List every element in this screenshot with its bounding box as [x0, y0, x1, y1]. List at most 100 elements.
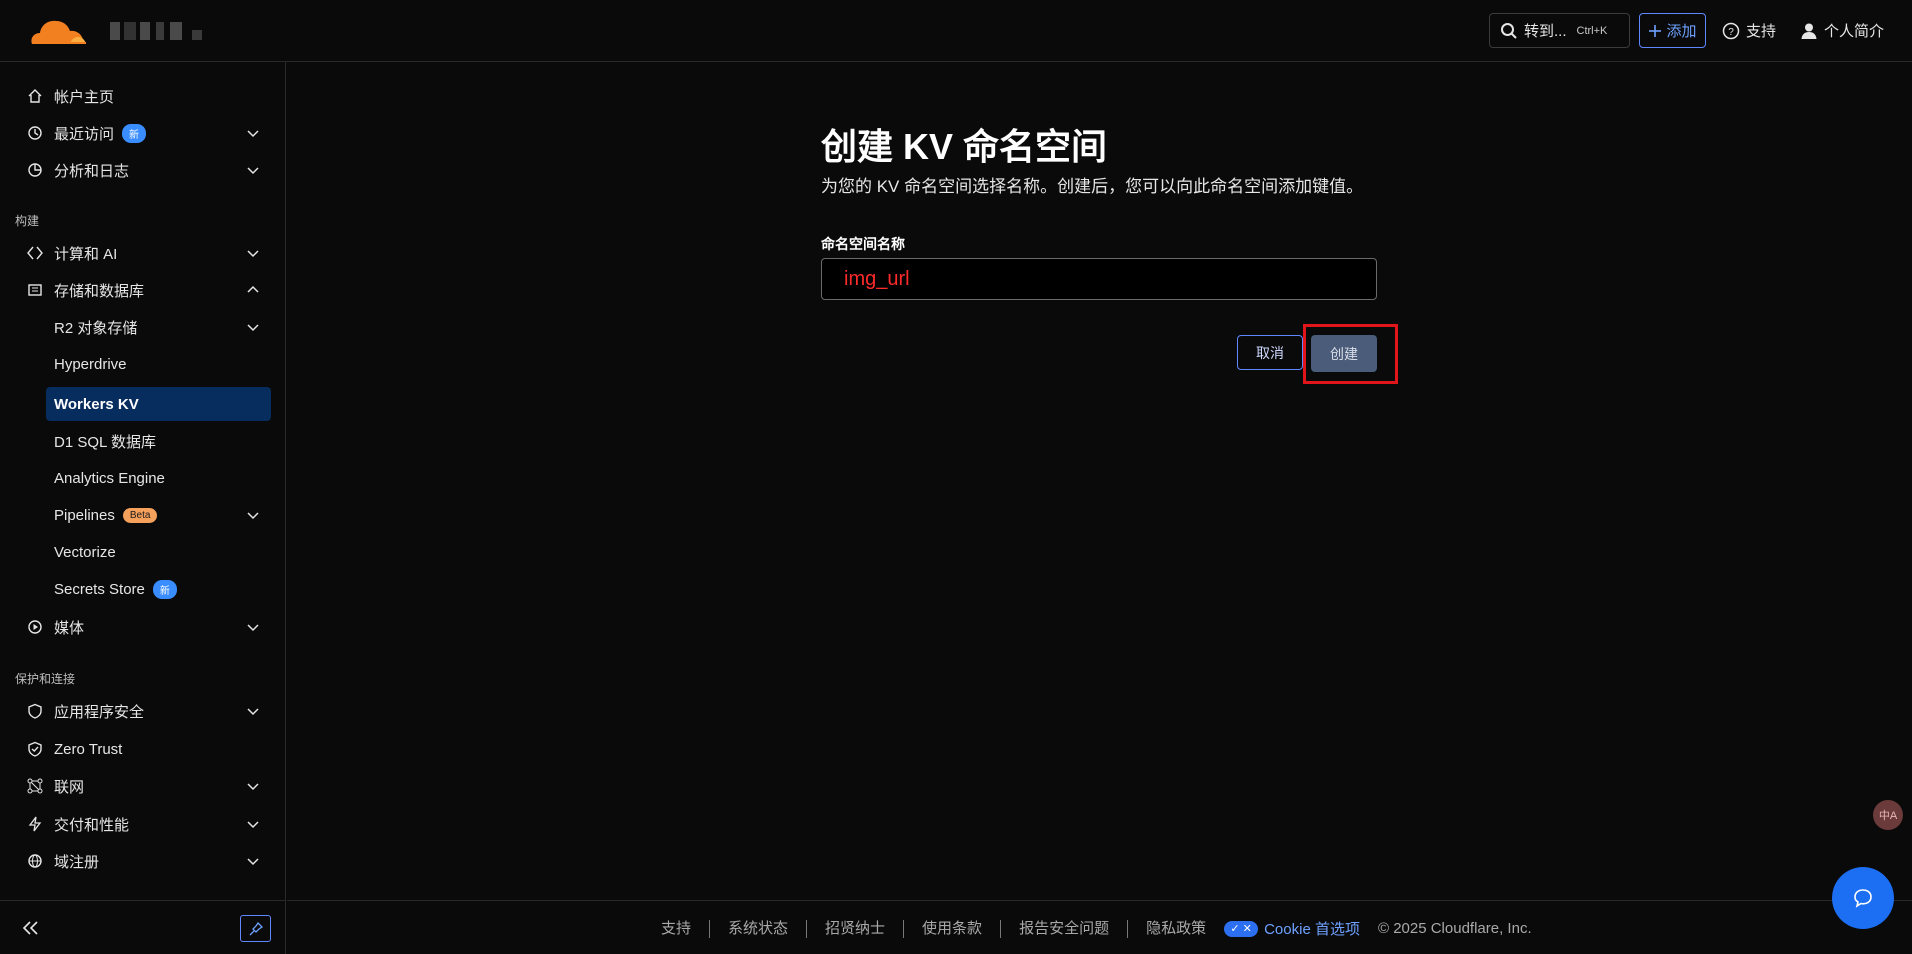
footer: 支持 系统状态 招贤纳士 使用条款 报告安全问题 隐私政策 ✓ ✕ Cookie… — [287, 900, 1912, 954]
sidebar-item-app-security[interactable]: 应用程序安全 — [14, 694, 271, 728]
sidebar-item-workers-kv[interactable]: Workers KV — [46, 387, 271, 421]
sidebar-item-pipelines[interactable]: Pipelines Beta — [14, 498, 271, 532]
collapse-sidebar-icon[interactable] — [20, 919, 42, 937]
copyright: © 2025 Cloudflare, Inc. — [1377, 920, 1532, 937]
support-button[interactable]: ? 支持 — [1722, 13, 1776, 48]
chevron-down-icon[interactable] — [245, 125, 261, 141]
add-label: 添加 — [1666, 23, 1697, 40]
main-content: 创建 KV 命名空间 为您的 KV 命名空间选择名称。创建后，您可以向此命名空间… — [287, 62, 1912, 900]
chevron-down-icon[interactable] — [245, 507, 261, 523]
sidebar-item-zero-trust[interactable]: Zero Trust — [14, 732, 271, 766]
chevron-down-icon[interactable] — [245, 703, 261, 719]
code-diamond-icon — [26, 244, 44, 262]
sidebar-item-label: 最近访问 — [54, 125, 115, 143]
chat-support-button[interactable] — [1832, 867, 1894, 929]
sidebar-item-compute-ai[interactable]: 计算和 AI — [14, 236, 271, 270]
sidebar: 帐户主页 最近访问 新 分析和日志 构建 计算和 AI 存储和数据库 R2 对象… — [0, 62, 286, 900]
sidebar-item-r2[interactable]: R2 对象存储 — [14, 310, 271, 344]
sidebar-item-label: 域注册 — [54, 853, 100, 871]
shield-icon — [26, 702, 44, 720]
footer-link-status[interactable]: 系统状态 — [710, 919, 808, 938]
sidebar-item-hyperdrive[interactable]: Hyperdrive — [14, 347, 271, 381]
sidebar-item-label: Workers KV — [54, 395, 139, 413]
cancel-button[interactable]: 取消 — [1237, 335, 1303, 370]
sidebar-item-recent[interactable]: 最近访问 新 — [14, 116, 271, 150]
sidebar-item-label: 帐户主页 — [54, 88, 115, 106]
new-badge: 新 — [152, 579, 177, 599]
chevron-down-icon[interactable] — [245, 619, 261, 635]
sidebar-item-d1[interactable]: D1 SQL 数据库 — [14, 424, 271, 458]
page-title: 创建 KV 命名空间 — [821, 126, 1108, 167]
sidebar-item-label: Hyperdrive — [54, 355, 127, 373]
pie-chart-icon — [26, 161, 44, 179]
page-subtitle: 为您的 KV 命名空间选择名称。创建后，您可以向此命名空间添加键值。 — [821, 177, 1364, 196]
pin-icon — [249, 921, 263, 935]
search-label: 转到... — [1524, 23, 1567, 40]
footer-links: 支持 系统状态 招贤纳士 使用条款 报告安全问题 隐私政策 ✓ ✕ Cookie… — [661, 918, 1532, 939]
footer-link-terms[interactable]: 使用条款 — [904, 919, 1002, 938]
chevron-down-icon[interactable] — [245, 778, 261, 794]
sidebar-item-label: Pipelines — [54, 506, 115, 524]
profile-label: 个人简介 — [1824, 23, 1885, 40]
cookie-label: Cookie 首选项 — [1264, 921, 1360, 938]
sidebar-item-storage[interactable]: 存储和数据库 — [14, 273, 271, 307]
sidebar-item-delivery[interactable]: 交付和性能 — [14, 807, 271, 841]
section-label-build: 构建 — [15, 214, 40, 228]
globe-icon — [26, 852, 44, 870]
sidebar-item-label: 交付和性能 — [54, 816, 130, 834]
sidebar-item-label: D1 SQL 数据库 — [54, 433, 156, 451]
sidebar-item-analytics[interactable]: 分析和日志 — [14, 153, 271, 187]
footer-link-privacy[interactable]: 隐私政策 — [1128, 920, 1224, 938]
translate-icon[interactable]: 中A — [1873, 800, 1903, 830]
cloudflare-logo[interactable] — [26, 16, 88, 46]
sidebar-item-vectorize[interactable]: Vectorize — [14, 535, 271, 569]
search-icon — [1501, 22, 1517, 39]
profile-button[interactable]: 个人简介 — [1800, 13, 1884, 48]
plus-icon — [1649, 24, 1662, 37]
history-icon — [26, 124, 44, 142]
storage-icon — [26, 281, 44, 299]
chevron-up-icon[interactable] — [245, 282, 261, 298]
sidebar-item-label: 分析和日志 — [54, 162, 130, 180]
sidebar-item-label: 计算和 AI — [54, 245, 118, 263]
network-icon — [26, 777, 44, 795]
sidebar-item-domain-registration[interactable]: 域注册 — [14, 844, 271, 878]
sidebar-item-secrets-store[interactable]: Secrets Store 新 — [14, 572, 271, 606]
namespace-name-input[interactable] — [821, 258, 1377, 300]
support-label: 支持 — [1746, 23, 1777, 40]
footer-link-report-security[interactable]: 报告安全问题 — [1001, 919, 1129, 938]
help-circle-icon: ? — [1722, 22, 1740, 39]
top-bar: 转到... Ctrl+K 添加 ? 支持 个人简介 — [0, 0, 1912, 62]
home-icon — [26, 87, 44, 105]
goto-search-button[interactable]: 转到... Ctrl+K — [1489, 13, 1630, 48]
namespace-name-label: 命名空间名称 — [821, 236, 905, 252]
footer-link-support[interactable]: 支持 — [661, 919, 711, 938]
footer-link-careers[interactable]: 招贤纳士 — [807, 919, 905, 938]
account-name-blurred[interactable] — [110, 22, 206, 40]
sidebar-item-media[interactable]: 媒体 — [14, 610, 271, 644]
lightning-icon — [26, 815, 44, 833]
user-icon — [1801, 23, 1817, 39]
chevron-down-icon[interactable] — [245, 853, 261, 869]
chevron-down-icon[interactable] — [245, 162, 261, 178]
sidebar-item-networking[interactable]: 联网 — [14, 769, 271, 803]
chevron-down-icon[interactable] — [245, 245, 261, 261]
sidebar-item-label: Vectorize — [54, 543, 116, 561]
sidebar-item-label: Secrets Store — [54, 580, 145, 598]
chat-bubble-icon — [1854, 889, 1872, 908]
cookie-toggle-icon: ✓ ✕ — [1224, 920, 1259, 937]
create-button[interactable]: 创建 — [1311, 335, 1377, 372]
sidebar-item-analytics-engine[interactable]: Analytics Engine — [14, 461, 271, 495]
sidebar-item-label: R2 对象存储 — [54, 319, 138, 337]
chevron-down-icon[interactable] — [245, 319, 261, 335]
chevron-down-icon[interactable] — [245, 816, 261, 832]
cookie-preferences-link[interactable]: ✓ ✕ Cookie 首选项 — [1224, 918, 1378, 939]
sidebar-item-label: 联网 — [54, 778, 85, 796]
sidebar-item-label: Zero Trust — [54, 740, 123, 758]
svg-text:?: ? — [1728, 27, 1734, 38]
add-button[interactable]: 添加 — [1639, 13, 1706, 48]
sidebar-item-label: 存储和数据库 — [54, 282, 145, 300]
sidebar-item-home[interactable]: 帐户主页 — [14, 79, 271, 113]
pin-sidebar-button[interactable] — [240, 915, 271, 942]
play-circle-icon — [26, 618, 44, 636]
